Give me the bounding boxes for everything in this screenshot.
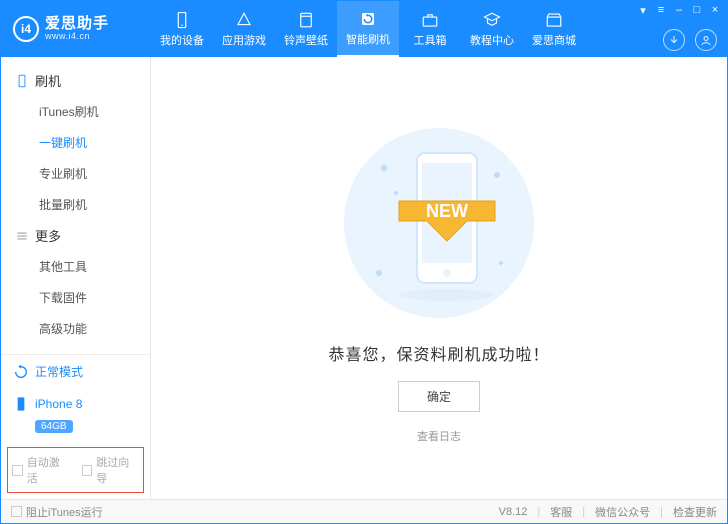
brand-text: 爱思助手 www.i4.cn	[45, 16, 109, 42]
sidebar-item-other-tools[interactable]: 其他工具	[1, 251, 150, 282]
toolbox-icon	[421, 11, 439, 29]
wechat-link[interactable]: 微信公众号	[595, 504, 650, 520]
checkbox-auto-activate[interactable]: 自动激活	[12, 454, 70, 486]
sidebar-item-batch-flash[interactable]: 批量刷机	[1, 189, 150, 220]
refresh-icon	[13, 364, 29, 380]
window-controls: ▾ ≡ – □ ×	[637, 4, 721, 16]
apps-icon	[235, 11, 253, 29]
sidebar-item-itunes-flash[interactable]: iTunes刷机	[1, 96, 150, 127]
sidebar-group-more[interactable]: 更多	[1, 220, 150, 251]
device-mode-row[interactable]: 正常模式	[1, 355, 150, 388]
top-nav: 我的设备 应用游戏 铃声壁纸 智能刷机 工具箱 教程中心	[151, 1, 585, 57]
nav-label: 铃声壁纸	[284, 32, 328, 48]
separator: |	[537, 506, 540, 518]
tutorial-icon	[483, 11, 501, 29]
sidebar-group-flash[interactable]: 刷机	[1, 65, 150, 96]
footer-left: 阻止iTunes运行	[11, 504, 103, 520]
nav-toolbox[interactable]: 工具箱	[399, 1, 461, 57]
sidebar: 刷机 iTunes刷机 一键刷机 专业刷机 批量刷机 更多 其他工具 下载固件 …	[1, 57, 151, 499]
menu-icon[interactable]: ≡	[655, 4, 667, 16]
view-log-link[interactable]: 查看日志	[417, 428, 461, 444]
checkbox-block-itunes[interactable]: 阻止iTunes运行	[11, 504, 103, 520]
nav-label: 智能刷机	[346, 31, 390, 47]
brand-title: 爱思助手	[45, 16, 109, 33]
header-bar: i4 爱思助手 www.i4.cn 我的设备 应用游戏 铃声壁纸 智能刷机	[1, 1, 727, 57]
phone-filled-icon	[13, 396, 29, 412]
checkbox-box-icon	[12, 465, 23, 476]
header-right-buttons	[663, 29, 717, 51]
sidebar-bottom: 正常模式 iPhone 8 64GB 自动激活	[1, 354, 150, 499]
store-icon	[545, 11, 563, 29]
phone-icon	[15, 74, 29, 88]
svg-text:NEW: NEW	[426, 201, 468, 221]
separator: |	[582, 506, 585, 518]
ok-button[interactable]: 确定	[398, 381, 480, 412]
brand: i4 爱思助手 www.i4.cn	[1, 16, 151, 42]
support-link[interactable]: 客服	[550, 504, 572, 520]
checkbox-box-icon	[11, 506, 22, 517]
version-label: V8.12	[499, 506, 528, 518]
device-icon	[173, 11, 191, 29]
app-window: i4 爱思助手 www.i4.cn 我的设备 应用游戏 铃声壁纸 智能刷机	[0, 0, 728, 524]
nav-tutorial[interactable]: 教程中心	[461, 1, 523, 57]
sidebar-options-highlight: 自动激活 跳过向导	[7, 447, 144, 493]
menu-lines-icon	[15, 229, 29, 243]
checkbox-label: 跳过向导	[96, 454, 139, 486]
checkbox-label: 阻止iTunes运行	[26, 504, 103, 520]
flash-icon	[359, 10, 377, 28]
nav-ringtones[interactable]: 铃声壁纸	[275, 1, 337, 57]
nav-flash[interactable]: 智能刷机	[337, 1, 399, 57]
brand-subtitle: www.i4.cn	[45, 32, 109, 42]
separator: |	[660, 506, 663, 518]
nav-label: 教程中心	[470, 32, 514, 48]
main-content: NEW 恭喜您，保资料刷机成功啦！ 确定 查看日志	[151, 57, 727, 499]
sidebar-group-label: 刷机	[35, 71, 61, 90]
checkbox-skip-guide[interactable]: 跳过向导	[82, 454, 140, 486]
sidebar-item-pro-flash[interactable]: 专业刷机	[1, 158, 150, 189]
sidebar-scroll: 刷机 iTunes刷机 一键刷机 专业刷机 批量刷机 更多 其他工具 下载固件 …	[1, 57, 150, 354]
ringtone-icon	[297, 11, 315, 29]
device-name: iPhone 8	[35, 397, 82, 411]
nav-label: 爱思商城	[532, 32, 576, 48]
checkbox-box-icon	[82, 465, 93, 476]
nav-label: 应用游戏	[222, 32, 266, 48]
sidebar-group-label: 更多	[35, 226, 61, 245]
nav-label: 工具箱	[414, 32, 447, 48]
user-button[interactable]	[695, 29, 717, 51]
minimize-icon[interactable]: –	[673, 4, 685, 16]
nav-store[interactable]: 爱思商城	[523, 1, 585, 57]
nav-label: 我的设备	[160, 32, 204, 48]
device-row[interactable]: iPhone 8 64GB	[1, 388, 150, 441]
nav-apps[interactable]: 应用游戏	[213, 1, 275, 57]
footer-right: V8.12 | 客服 | 微信公众号 | 检查更新	[499, 504, 717, 520]
sidebar-item-advanced[interactable]: 高级功能	[1, 313, 150, 344]
nav-my-device[interactable]: 我的设备	[151, 1, 213, 57]
download-button[interactable]	[663, 29, 685, 51]
brand-logo: i4	[13, 16, 39, 42]
check-update-link[interactable]: 检查更新	[673, 504, 717, 520]
sidebar-item-download-fw[interactable]: 下载固件	[1, 282, 150, 313]
checkbox-label: 自动激活	[27, 454, 70, 486]
maximize-icon[interactable]: □	[691, 4, 703, 16]
sidebar-item-onekey-flash[interactable]: 一键刷机	[1, 127, 150, 158]
storage-badge: 64GB	[35, 420, 73, 433]
device-mode-label: 正常模式	[35, 363, 83, 380]
shirt-icon[interactable]: ▾	[637, 4, 649, 16]
close-icon[interactable]: ×	[709, 4, 721, 16]
success-illustration: NEW	[339, 123, 539, 323]
success-message: 恭喜您，保资料刷机成功啦！	[328, 341, 549, 365]
body-area: 刷机 iTunes刷机 一键刷机 专业刷机 批量刷机 更多 其他工具 下载固件 …	[1, 57, 727, 499]
footer-bar: 阻止iTunes运行 V8.12 | 客服 | 微信公众号 | 检查更新	[1, 499, 727, 523]
